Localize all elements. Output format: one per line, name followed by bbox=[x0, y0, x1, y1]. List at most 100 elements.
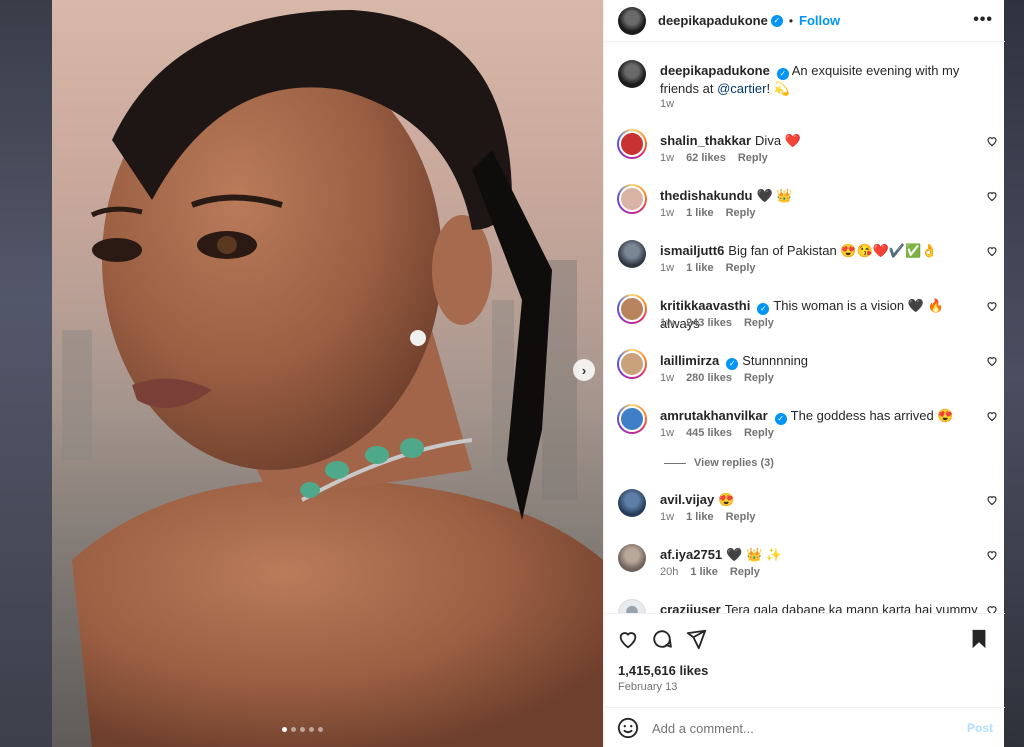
comment-likes[interactable]: 1 like bbox=[690, 566, 718, 578]
post-header: deepikapadukone ✓ • Follow ••• bbox=[604, 0, 1005, 42]
comment-likes[interactable]: 1 like bbox=[686, 262, 714, 274]
post-actions: 1,415,616 likes February 13 Post bbox=[604, 613, 1005, 747]
story-ring[interactable] bbox=[617, 184, 647, 214]
verified-icon: ✓ bbox=[774, 413, 787, 425]
comment-time: 1w bbox=[660, 317, 675, 329]
view-replies-button[interactable]: View replies (3) bbox=[664, 457, 774, 469]
author-username[interactable]: deepikapadukone bbox=[658, 13, 768, 28]
comment-likes[interactable]: 243 likes bbox=[686, 317, 732, 329]
heart-icon[interactable] bbox=[986, 190, 998, 202]
carousel-dot bbox=[291, 727, 296, 732]
reply-button[interactable]: Reply bbox=[744, 317, 774, 329]
heart-icon[interactable] bbox=[986, 300, 998, 312]
portrait-illustration bbox=[52, 10, 603, 747]
story-ring[interactable] bbox=[617, 404, 647, 434]
commenter-avatar[interactable] bbox=[618, 240, 646, 268]
carousel-dot bbox=[318, 727, 323, 732]
view-replies-label: View replies (3) bbox=[694, 457, 774, 469]
comment-text: Stunnnning bbox=[742, 353, 809, 368]
carousel-dot bbox=[309, 727, 314, 732]
likes-count[interactable]: 1,415,616 likes bbox=[618, 663, 708, 678]
verified-icon: ✓ bbox=[726, 358, 739, 370]
caption-username[interactable]: deepikapadukone bbox=[660, 63, 770, 78]
heart-icon[interactable] bbox=[986, 410, 998, 422]
heart-icon[interactable] bbox=[986, 245, 998, 257]
heart-icon[interactable] bbox=[986, 494, 998, 506]
verified-icon: ✓ bbox=[776, 68, 789, 80]
comment-username[interactable]: thedishakundu bbox=[660, 188, 752, 203]
comment-username[interactable]: laillimirza bbox=[660, 353, 719, 368]
comment-likes[interactable]: 445 likes bbox=[686, 427, 732, 439]
carousel-dots bbox=[282, 727, 323, 732]
story-ring[interactable] bbox=[617, 294, 647, 324]
comment-likes[interactable]: 1 like bbox=[686, 511, 714, 523]
add-comment-bar: Post bbox=[604, 707, 1005, 747]
comment-username[interactable]: kritikkaavasthi bbox=[660, 298, 750, 313]
author-avatar[interactable] bbox=[618, 6, 646, 35]
comment-time: 1w bbox=[660, 372, 675, 384]
comment-time: 1w bbox=[660, 207, 675, 219]
story-ring[interactable] bbox=[617, 129, 647, 159]
comment-text: 🖤 👑 bbox=[756, 188, 793, 203]
comment-likes[interactable]: 1 like bbox=[686, 207, 714, 219]
comments-list[interactable]: deepikapadukone ✓ An exquisite evening wi… bbox=[604, 42, 1005, 613]
comment-icon[interactable] bbox=[651, 628, 673, 650]
comment-input[interactable] bbox=[652, 720, 972, 736]
more-icon[interactable]: ••• bbox=[973, 11, 993, 29]
carousel-dot bbox=[300, 727, 305, 732]
bookmark-icon[interactable] bbox=[968, 628, 990, 650]
post-comment-button[interactable]: Post bbox=[967, 721, 993, 735]
comment-likes[interactable]: 280 likes bbox=[686, 372, 732, 384]
comment-text: 😍 bbox=[718, 492, 735, 507]
follow-button[interactable]: Follow bbox=[799, 13, 840, 28]
comment-likes[interactable]: 62 likes bbox=[686, 152, 726, 164]
post-image[interactable]: › bbox=[52, 0, 603, 747]
divider bbox=[664, 462, 686, 464]
heart-icon[interactable] bbox=[986, 135, 998, 147]
next-image-button[interactable]: › bbox=[573, 359, 595, 381]
comment-text: 🖤 👑 ✨ bbox=[726, 547, 782, 562]
post-side-panel: deepikapadukone ✓ • Follow ••• deepikapa… bbox=[603, 0, 1005, 747]
reply-button[interactable]: Reply bbox=[726, 511, 756, 523]
reply-button[interactable]: Reply bbox=[730, 566, 760, 578]
comment-username[interactable]: amrutakhanvilkar bbox=[660, 408, 768, 423]
comment-time: 1w bbox=[660, 262, 675, 274]
comment-username[interactable]: af.iya2751 bbox=[660, 547, 722, 562]
comment-time: 1w bbox=[660, 427, 675, 439]
commenter-avatar[interactable] bbox=[618, 544, 646, 572]
heart-icon[interactable] bbox=[986, 604, 998, 613]
reply-button[interactable]: Reply bbox=[744, 372, 774, 384]
comment-text: Diva ❤️ bbox=[755, 133, 801, 148]
separator: • bbox=[788, 13, 794, 28]
comment-time: 20h bbox=[660, 566, 679, 578]
chevron-right-icon: › bbox=[581, 362, 587, 378]
reply-button[interactable]: Reply bbox=[738, 152, 768, 164]
backdrop-right bbox=[1004, 0, 1024, 747]
reply-button[interactable]: Reply bbox=[726, 262, 756, 274]
commenter-avatar[interactable] bbox=[618, 599, 646, 613]
caption-mention[interactable]: @cartier bbox=[717, 81, 766, 96]
verified-icon: ✓ bbox=[757, 303, 770, 315]
comment-username[interactable]: shalin_thakkar bbox=[660, 133, 751, 148]
reply-button[interactable]: Reply bbox=[744, 427, 774, 439]
comment-text: Big fan of Pakistan 😍😘❤️✔️✅👌 bbox=[728, 243, 938, 258]
author-avatar[interactable] bbox=[618, 60, 646, 88]
carousel-dot bbox=[282, 727, 287, 732]
comment-username[interactable]: avil.vijay bbox=[660, 492, 714, 507]
heart-icon[interactable] bbox=[617, 628, 639, 650]
heart-icon[interactable] bbox=[986, 549, 998, 561]
verified-icon: ✓ bbox=[770, 14, 783, 27]
comment-time: 1w bbox=[660, 152, 675, 164]
comment-username[interactable]: ismailjutt6 bbox=[660, 243, 724, 258]
comment-time: 1w bbox=[660, 511, 675, 523]
comment-text: The goddess has arrived 😍 bbox=[790, 408, 954, 423]
heart-icon[interactable] bbox=[986, 355, 998, 367]
emoji-icon[interactable] bbox=[617, 717, 639, 739]
commenter-avatar[interactable] bbox=[618, 489, 646, 517]
comment-username[interactable]: craziiuser bbox=[660, 602, 721, 613]
post-date: February 13 bbox=[618, 681, 678, 693]
share-icon[interactable] bbox=[685, 628, 707, 650]
reply-button[interactable]: Reply bbox=[726, 207, 756, 219]
caption-time: 1w bbox=[660, 98, 675, 110]
story-ring[interactable] bbox=[617, 349, 647, 379]
